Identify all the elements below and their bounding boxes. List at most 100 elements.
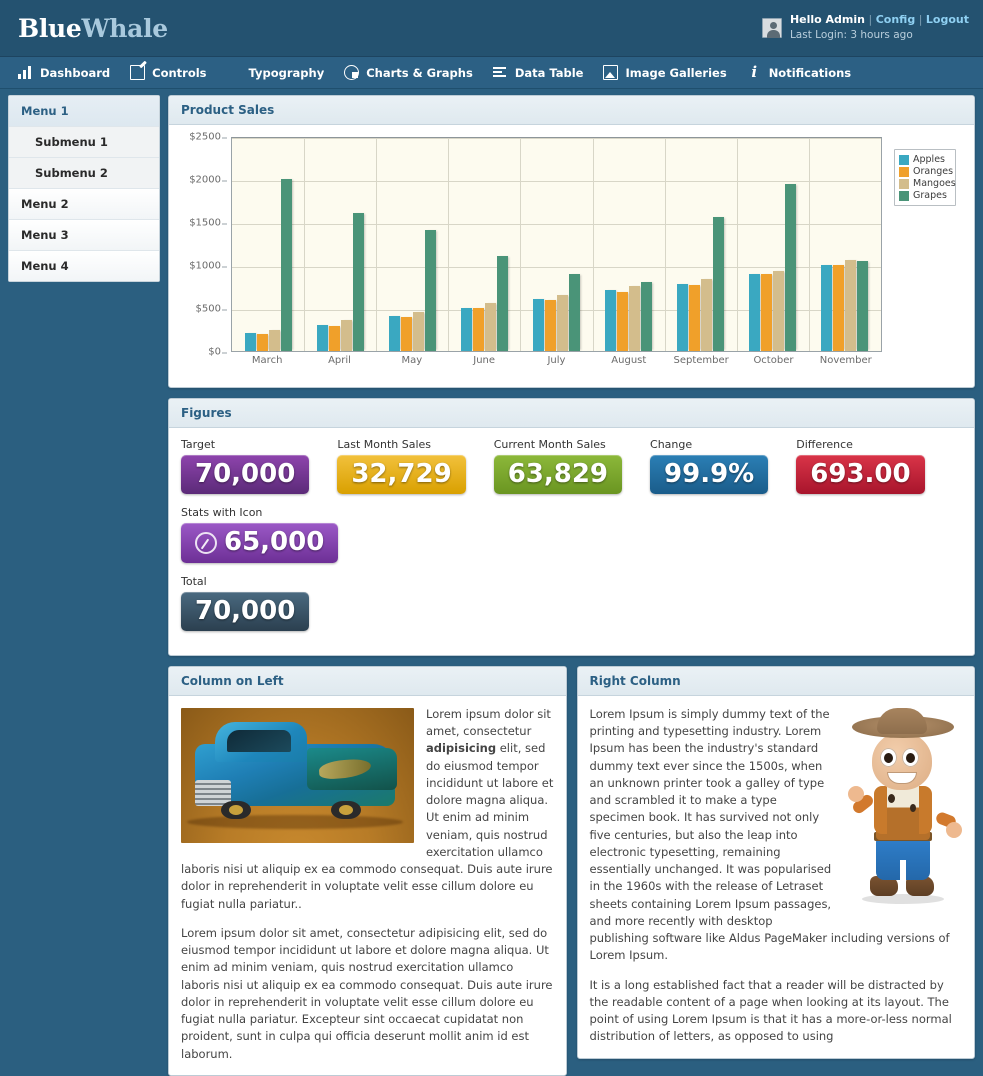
nav-item-notifications[interactable]: i Notifications bbox=[743, 57, 867, 89]
chart-bar[interactable] bbox=[821, 265, 832, 351]
figure-value-box[interactable]: 693.00 bbox=[796, 455, 924, 494]
figure-value-box[interactable]: 70,000 bbox=[181, 592, 309, 631]
chart-legend-item[interactable]: Apples bbox=[899, 154, 951, 165]
chart-bar-group bbox=[448, 138, 520, 351]
chart-bar[interactable] bbox=[629, 286, 640, 351]
chart-bar[interactable] bbox=[689, 285, 700, 351]
chart-bar[interactable] bbox=[545, 300, 556, 351]
chart-bar[interactable] bbox=[785, 184, 796, 351]
chart-bar[interactable] bbox=[341, 320, 352, 351]
toy-figure-image bbox=[844, 710, 962, 925]
chart-legend: ApplesOrangesMangoesGrapes bbox=[894, 149, 956, 206]
chart-bar-group bbox=[809, 138, 881, 351]
legend-label: Apples bbox=[913, 154, 945, 165]
left-column-title: Column on Left bbox=[169, 667, 566, 696]
chart-bar[interactable] bbox=[413, 312, 424, 351]
chart-bar[interactable] bbox=[425, 230, 436, 351]
legend-swatch bbox=[899, 191, 909, 201]
figure-value: 65,000 bbox=[224, 529, 324, 556]
sidebar-item-menu-2[interactable]: Menu 2 bbox=[9, 189, 159, 220]
chart-bar[interactable] bbox=[761, 274, 772, 351]
chart-bar[interactable] bbox=[389, 316, 400, 351]
nav-item-charts-graphs[interactable]: Charts & Graphs bbox=[340, 57, 489, 89]
figure-value-box[interactable]: 65,000 bbox=[181, 523, 338, 562]
chart-bar[interactable] bbox=[701, 279, 712, 351]
app-logo[interactable]: BlueWhale bbox=[18, 14, 168, 43]
chart-bar-group bbox=[737, 138, 809, 351]
sidebar-item-menu-4[interactable]: Menu 4 bbox=[9, 251, 159, 281]
top-header-bar: BlueWhale Hello Admin | Config | Logout … bbox=[0, 0, 983, 57]
chart-x-label: May bbox=[376, 355, 448, 366]
nav-item-controls[interactable]: Controls bbox=[126, 57, 222, 89]
chart-bar[interactable] bbox=[473, 308, 484, 351]
chart-bar[interactable] bbox=[245, 333, 256, 351]
chart-bar[interactable] bbox=[281, 179, 292, 351]
nav-item-image-galleries[interactable]: Image Galleries bbox=[599, 57, 742, 89]
chart-bar[interactable] bbox=[713, 217, 724, 351]
sidebar-item-menu-1[interactable]: Menu 1 bbox=[9, 96, 159, 127]
greeting-label: Hello Admin bbox=[790, 13, 865, 26]
right-column: Right Column bbox=[577, 666, 976, 1076]
chart-bar[interactable] bbox=[533, 299, 544, 351]
chart-wrapper: $0$500$1000$1500$2000$2500 MarchAprilMay… bbox=[177, 131, 966, 379]
chart-bar[interactable] bbox=[773, 271, 784, 351]
nav-label: Typography bbox=[249, 66, 325, 80]
sidebar-item-submenu-2[interactable]: Submenu 2 bbox=[9, 158, 159, 189]
chart-y-axis: $0$500$1000$1500$2000$2500 bbox=[179, 137, 227, 352]
chart-x-label: November bbox=[810, 355, 882, 366]
chart-legend-item[interactable]: Grapes bbox=[899, 190, 951, 201]
chart-bar[interactable] bbox=[833, 265, 844, 351]
figure-value-box[interactable]: 99.9% bbox=[650, 455, 768, 494]
chart-bar-groups bbox=[232, 138, 881, 351]
figure-value-box[interactable]: 70,000 bbox=[181, 455, 309, 494]
logo-text-secondary: Whale bbox=[82, 14, 168, 43]
figure-value: 70,000 bbox=[195, 598, 295, 625]
nav-item-data-table[interactable]: Data Table bbox=[489, 57, 600, 89]
chart-bar[interactable] bbox=[461, 308, 472, 351]
chart-bar[interactable] bbox=[497, 256, 508, 351]
sidebar-item-submenu-1[interactable]: Submenu 1 bbox=[9, 127, 159, 158]
chart-bar[interactable] bbox=[569, 274, 580, 351]
chart-bar[interactable] bbox=[257, 334, 268, 351]
chart-bar-group bbox=[665, 138, 737, 351]
chart-bar[interactable] bbox=[401, 317, 412, 351]
chart-bar[interactable] bbox=[845, 260, 856, 351]
chart-bar[interactable] bbox=[317, 325, 328, 351]
chart-bar-group bbox=[520, 138, 592, 351]
figure-label: Difference bbox=[796, 438, 924, 451]
chart-y-tick: $2500 bbox=[189, 132, 221, 143]
figure-stat: Last Month Sales 32,729 bbox=[337, 438, 465, 494]
sidebar-item-menu-3[interactable]: Menu 3 bbox=[9, 220, 159, 251]
config-link[interactable]: Config bbox=[876, 13, 916, 26]
chart-y-tick: $2000 bbox=[189, 175, 221, 186]
chart-bar[interactable] bbox=[677, 284, 688, 351]
nav-item-typography[interactable]: Typography bbox=[245, 57, 341, 89]
chart-bar[interactable] bbox=[269, 330, 280, 352]
chart-bar[interactable] bbox=[329, 326, 340, 351]
chart-legend-item[interactable]: Oranges bbox=[899, 166, 951, 177]
figure-value-box[interactable]: 63,829 bbox=[494, 455, 622, 494]
figure-value: 70,000 bbox=[195, 461, 295, 488]
nav-label: Data Table bbox=[515, 66, 584, 80]
chart-bar[interactable] bbox=[605, 290, 616, 351]
chart-bar[interactable] bbox=[749, 274, 760, 351]
chart-x-label: July bbox=[520, 355, 592, 366]
para1-bold: adipisicing bbox=[426, 741, 496, 755]
chart-bar[interactable] bbox=[557, 295, 568, 351]
bottom-columns: Column on Left Lorem ipsum dolor sit ame… bbox=[168, 666, 975, 1076]
chart-bar[interactable] bbox=[353, 213, 364, 351]
figure-label: Last Month Sales bbox=[337, 438, 465, 451]
main-content: Product Sales $0$500$1000$1500$2000$2500… bbox=[160, 89, 983, 1076]
chart-bar[interactable] bbox=[485, 303, 496, 351]
last-login-label: Last Login: 3 hours ago bbox=[790, 28, 969, 43]
chart-x-label: March bbox=[231, 355, 303, 366]
logout-link[interactable]: Logout bbox=[926, 13, 969, 26]
chart-y-tick: $1000 bbox=[189, 261, 221, 272]
figure-value-box[interactable]: 32,729 bbox=[337, 455, 465, 494]
chart-bar[interactable] bbox=[641, 282, 652, 351]
nav-item-dashboard[interactable]: Dashboard bbox=[14, 57, 126, 89]
chart-legend-item[interactable]: Mangoes bbox=[899, 178, 951, 189]
bar-chart[interactable]: $0$500$1000$1500$2000$2500 MarchAprilMay… bbox=[179, 137, 890, 377]
chart-bar[interactable] bbox=[857, 261, 868, 351]
chart-bar[interactable] bbox=[617, 292, 628, 351]
